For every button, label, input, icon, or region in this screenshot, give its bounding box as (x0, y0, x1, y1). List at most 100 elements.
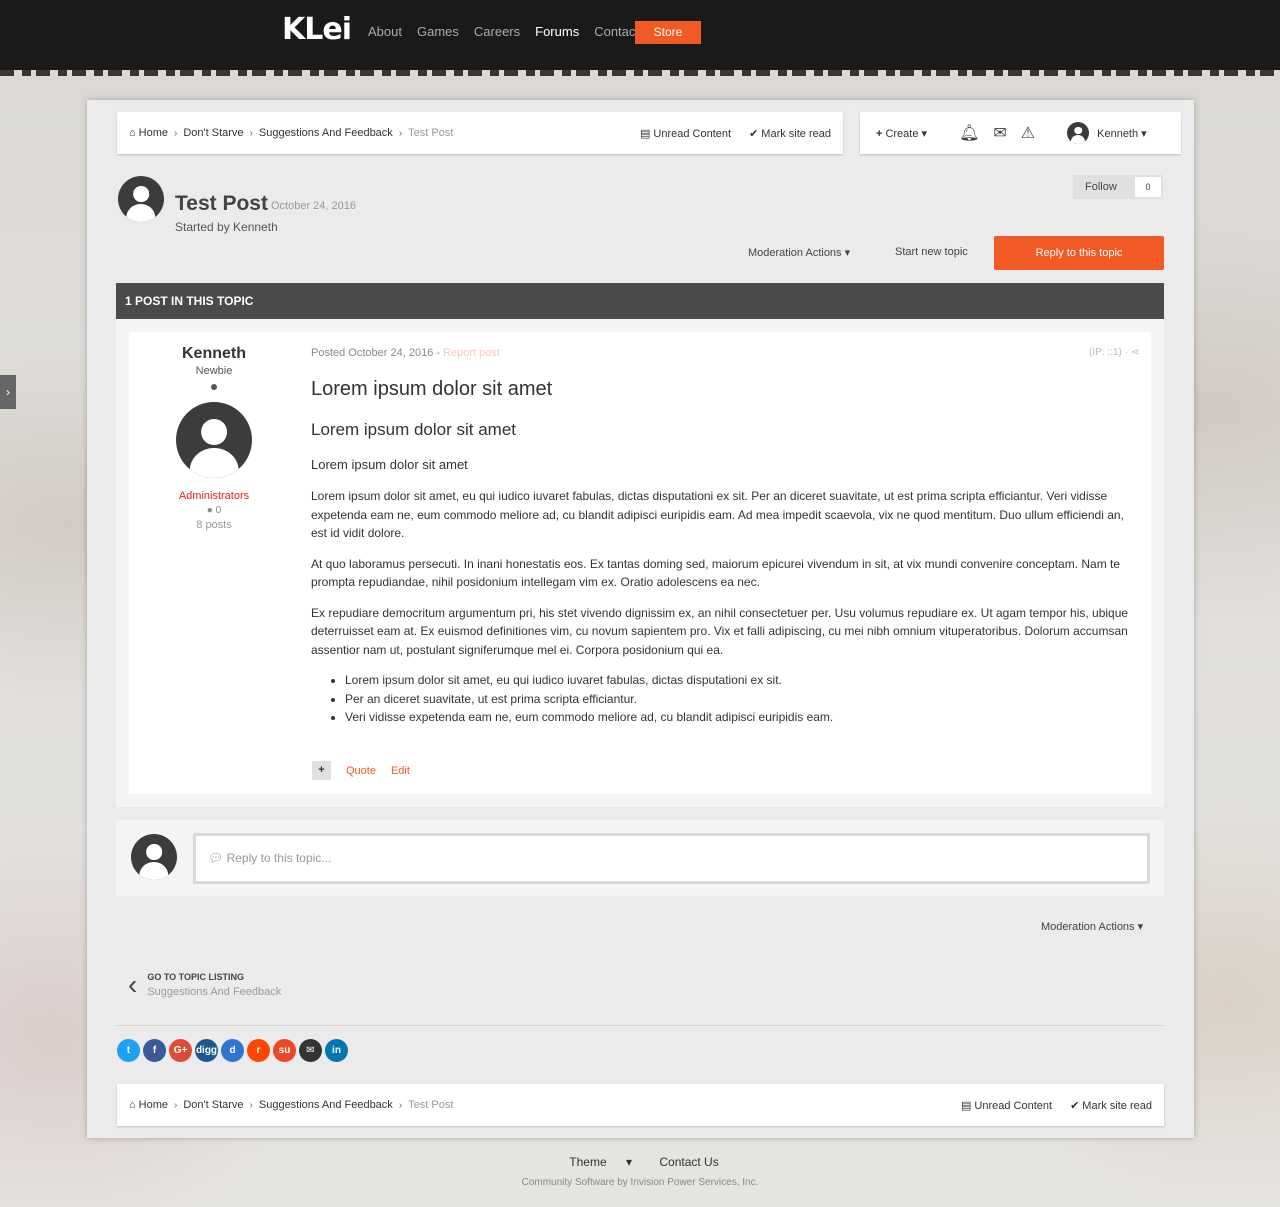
post-author-panel: Kenneth Newbie Administrators ● 0 8 post… (129, 345, 299, 531)
facebook-icon[interactable]: f (143, 1039, 166, 1062)
mark-site-read-link[interactable]: ✔ Mark site read (749, 127, 831, 140)
unread-content-link[interactable]: ▤ Unread Content (640, 127, 731, 140)
user-avatar[interactable] (1067, 122, 1090, 144)
reply-avatar (131, 834, 177, 880)
author-post-count: 8 posts (196, 519, 232, 531)
theme-menu[interactable]: Theme ▾ (561, 1155, 640, 1169)
start-new-topic-link[interactable]: Start new topic (895, 246, 968, 258)
reply-input[interactable]: 💬︎ Reply to this topic... (193, 833, 1150, 884)
user-menu[interactable]: Kenneth ▾ (1097, 127, 1147, 140)
breadcrumb-current: Test Post (408, 127, 454, 139)
chevron-right-icon: › (398, 1099, 403, 1111)
post-list: Lorem ipsum dolor sit amet, eu qui iudic… (345, 671, 1136, 727)
topic-author-avatar[interactable] (118, 176, 164, 222)
google-plus-icon[interactable]: G+ (169, 1039, 192, 1062)
goto-label: GO TO TOPIC LISTING (147, 972, 245, 982)
chevron-right-icon: › (249, 127, 253, 139)
breadcrumb-bar-bottom: ⌂ Home › Don't Starve › Suggestions And F… (117, 1084, 1164, 1126)
author-reputation: ● 0 (206, 505, 222, 516)
multiquote-button[interactable]: + (312, 761, 331, 780)
chevron-left-icon: ‹ (128, 969, 138, 1000)
post-ip: (IP: ::1) (1089, 347, 1122, 358)
breadcrumb: ⌂ Home › Don't Starve › Suggestions And F… (129, 127, 453, 139)
quick-links: ▤ Unread Content ✔ Mark site read (640, 127, 831, 140)
quote-link[interactable]: Quote (346, 765, 376, 777)
report-post-link[interactable]: Report post (443, 347, 500, 359)
goto-forum: Suggestions And Feedback (147, 986, 282, 998)
goto-text: GO TO TOPIC LISTING Suggestions And Feed… (147, 972, 281, 998)
caret-down-icon: ▾ (921, 127, 928, 140)
quick-links: ▤ Unread Content ✔ Mark site read (961, 1099, 1152, 1112)
online-status-dot (211, 384, 217, 390)
comment-icon: 💬︎ (208, 851, 224, 865)
author-name[interactable]: Kenneth (129, 345, 299, 363)
breadcrumb-home[interactable]: ⌂ Home (129, 127, 168, 139)
unread-content-link[interactable]: ▤ Unread Content (961, 1099, 1052, 1112)
email-icon[interactable]: ✉ (299, 1039, 322, 1062)
post-meta: Posted October 24, 2016 - Report post (311, 347, 500, 359)
linkedin-icon[interactable]: in (325, 1039, 348, 1062)
stumbleupon-icon[interactable]: su (273, 1039, 296, 1062)
newspaper-icon: ▤ (640, 127, 651, 140)
post-paragraph: Ex repudiare democritum argumentum pri, … (311, 605, 1129, 657)
chevron-right-icon: › (174, 1099, 178, 1111)
edit-link[interactable]: Edit (391, 765, 410, 777)
follow-button[interactable]: Follow 0 (1073, 175, 1163, 199)
footer-copyright[interactable]: Community Software by Invision Power Ser… (0, 1177, 1280, 1188)
breadcrumb-home[interactable]: ⌂ Home (129, 1099, 168, 1111)
home-icon: ⌂ (129, 1099, 136, 1111)
home-icon: ⌂ (129, 127, 136, 139)
breadcrumb-item[interactable]: Don't Starve (183, 1099, 243, 1111)
list-item: Lorem ipsum dolor sit amet, eu qui iudic… (345, 671, 1136, 690)
warning-icon[interactable]: ⚠ (1021, 123, 1035, 143)
moderation-actions-menu-bottom[interactable]: Moderation Actions ▾ (1041, 920, 1143, 933)
breadcrumb: ⌂ Home › Don't Starve › Suggestions And F… (129, 1099, 453, 1111)
author-group: Administrators (178, 490, 250, 502)
caret-down-icon: ▾ (625, 1155, 633, 1169)
share-icon[interactable]: ⋖ (1131, 347, 1139, 358)
post-heading-2: Lorem ipsum dolor sit amet (311, 420, 517, 439)
moderation-actions-menu[interactable]: Moderation Actions ▾ (748, 246, 850, 259)
chevron-right-icon: › (174, 127, 178, 139)
topic-started-by: Started by Kenneth (175, 220, 278, 234)
user-bar: + Create ▾ 🔔︎ ✉ ⚠ Kenneth ▾ (860, 112, 1181, 154)
newspaper-icon: ▤ (961, 1099, 972, 1112)
list-item: Per an diceret suavitate, ut est prima s… (345, 690, 1136, 709)
reddit-icon[interactable]: r (247, 1039, 270, 1062)
share-buttons: t f G+ digg d r su ✉ in (117, 1039, 348, 1062)
author-rank: Newbie (195, 365, 233, 377)
post-actions: + Quote Edit (312, 761, 410, 780)
envelope-icon[interactable]: ✉ (993, 123, 1006, 143)
breadcrumb-bar: ⌂ Home › Don't Starve › Suggestions And F… (117, 112, 843, 154)
create-menu[interactable]: + Create ▾ (876, 127, 927, 140)
post-ip-share: (IP: ::1) · ⋖ (1089, 347, 1140, 358)
post-content: Lorem ipsum dolor sit amet Lorem ipsum d… (311, 378, 1136, 727)
breadcrumb-item[interactable]: Don't Starve (183, 127, 243, 139)
post-heading-1: Lorem ipsum dolor sit amet (311, 378, 553, 400)
follow-count: 0 (1135, 177, 1161, 197)
contact-us-link[interactable]: Contact Us (659, 1155, 718, 1169)
post-paragraph: At quo laboramus persecuti. In inani hon… (311, 556, 1121, 590)
caret-down-icon: ▾ (844, 247, 851, 259)
post-heading-3: Lorem ipsum dolor sit amet (311, 457, 468, 472)
topic-date: October 24, 2016 (271, 200, 357, 212)
twitter-icon[interactable]: t (117, 1039, 140, 1062)
bell-icon[interactable]: 🔔︎ (959, 123, 979, 143)
caret-down-icon: ▾ (1137, 921, 1144, 933)
digg-icon[interactable]: digg (195, 1039, 218, 1062)
go-to-topic-listing[interactable]: ‹ GO TO TOPIC LISTING Suggestions And Fe… (128, 969, 281, 1001)
check-icon: ✔ (749, 127, 759, 140)
author-avatar[interactable] (176, 402, 252, 478)
check-icon: ✔ (1070, 1099, 1080, 1112)
mark-site-read-link[interactable]: ✔ Mark site read (1070, 1099, 1152, 1112)
breadcrumb-item[interactable]: Suggestions And Feedback (259, 127, 393, 139)
caret-down-icon: ▾ (1141, 127, 1147, 140)
breadcrumb-item[interactable]: Suggestions And Feedback (259, 1099, 393, 1111)
divider (116, 1025, 1164, 1026)
delicious-icon[interactable]: d (221, 1039, 244, 1062)
reply-to-topic-button[interactable]: Reply to this topic (994, 236, 1164, 270)
follow-label: Follow (1085, 181, 1117, 193)
reputation-icon: ● (206, 505, 213, 516)
page-title: Test Post (175, 192, 268, 215)
footer-links: Theme ▾ Contact Us (0, 1155, 1280, 1169)
